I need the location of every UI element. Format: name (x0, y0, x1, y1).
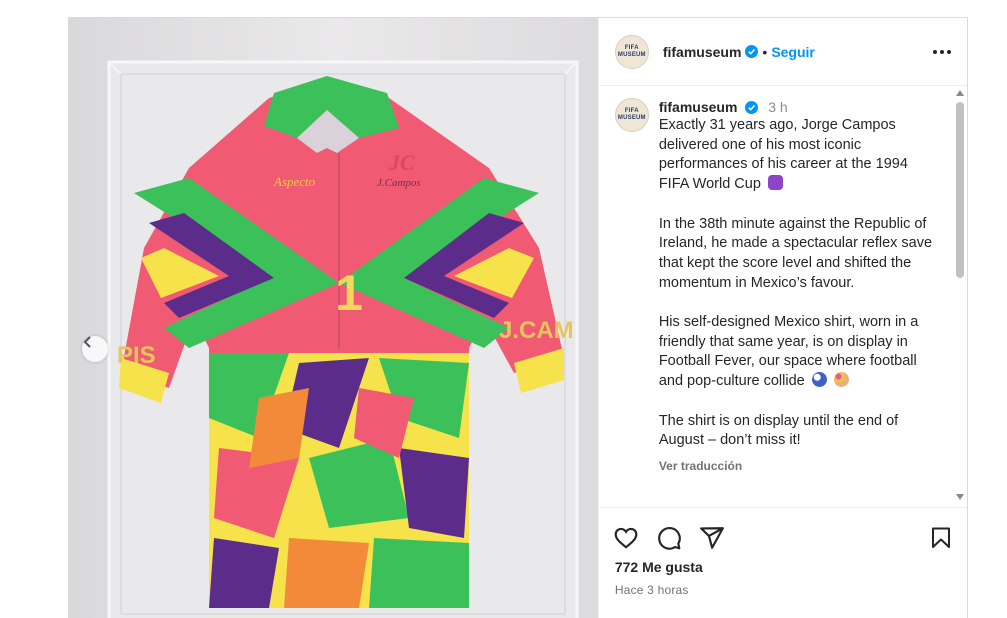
scrollbar-thumb[interactable] (956, 102, 964, 278)
shirt-photo: 1 Aspecto JC J.Campos PIS J.CAM (69, 18, 598, 618)
post-header: FIFA MUSEUM fifamuseum • Seguir (598, 18, 967, 86)
sleeve-left-text: PIS (117, 342, 156, 369)
caption-paragraph: In the 38th minute against the Republic … (658, 215, 933, 291)
previous-image-button[interactable] (82, 336, 108, 362)
avatar[interactable]: FIFA MUSEUM (614, 34, 649, 69)
caption-avatar[interactable]: FIFA MUSEUM (614, 98, 649, 132)
caption-paragraph: The shirt is on display until the end of… (658, 412, 899, 449)
caption-username[interactable]: fifamuseum (659, 99, 738, 115)
follow-button[interactable]: Seguir (771, 44, 815, 60)
heart-icon[interactable] (613, 525, 639, 551)
caption-header: fifamuseum 3 h (659, 98, 941, 116)
shirt-number: 1 (335, 265, 363, 321)
caption-paragraph: Exactly 31 years ago, Jorge Campos deliv… (659, 116, 941, 195)
more-options-icon[interactable] (933, 44, 951, 60)
translate-link[interactable]: Ver traducción (659, 459, 941, 473)
instagram-post: 1 Aspecto JC J.Campos PIS J.CAM FIFA MUS… (68, 17, 968, 618)
soccer-ball-emoji-icon (811, 372, 827, 388)
likes-count[interactable]: 772 Me gusta (599, 559, 967, 575)
shirt-signature-text: J.Campos (377, 177, 421, 189)
username-link[interactable]: fifamuseum (663, 44, 742, 60)
share-icon[interactable] (699, 525, 725, 551)
avatar-text: FIFA MUSEUM (617, 108, 646, 121)
caption-time[interactable]: 3 h (768, 99, 787, 115)
caption-paragraph: His self-designed Mexico shirt, worn in … (659, 313, 941, 392)
scroll-down-icon[interactable] (956, 494, 964, 500)
post-image[interactable]: 1 Aspecto JC J.Campos PIS J.CAM (69, 18, 598, 618)
chevron-left-icon (83, 336, 91, 348)
comments-area[interactable]: FIFA MUSEUM fifamuseum 3 h Exactly 31 ye… (599, 86, 967, 507)
caption-text-1: Exactly 31 years ago, Jorge Campos deliv… (658, 117, 908, 193)
sleeve-right-text: J.CAM (499, 317, 574, 344)
shirt-logo-text: JC (388, 150, 415, 175)
verified-icon (745, 45, 759, 58)
caption-body: fifamuseum 3 h Exactly 31 years ago, Jor… (659, 98, 941, 473)
comment-icon[interactable] (656, 525, 682, 551)
gloves-emoji-icon (767, 175, 783, 191)
comments-scrollbar[interactable] (955, 88, 965, 500)
action-bar (598, 507, 967, 567)
post-time[interactable]: Hace 3 horas (599, 583, 967, 597)
verified-icon (745, 101, 759, 114)
palette-emoji-icon (833, 372, 849, 388)
shirt-brand-text: Aspecto (273, 174, 316, 189)
bookmark-icon[interactable] (929, 526, 953, 550)
scroll-up-icon[interactable] (956, 90, 964, 96)
separator-dot: • (762, 43, 768, 60)
caption: FIFA MUSEUM fifamuseum 3 h Exactly 31 ye… (614, 98, 951, 473)
post-side-panel: FIFA MUSEUM fifamuseum • Seguir FIFA MUS… (597, 18, 967, 618)
caption-text-3: His self-designed Mexico shirt, worn in … (658, 314, 919, 390)
avatar-text: FIFA MUSEUM (617, 44, 646, 58)
